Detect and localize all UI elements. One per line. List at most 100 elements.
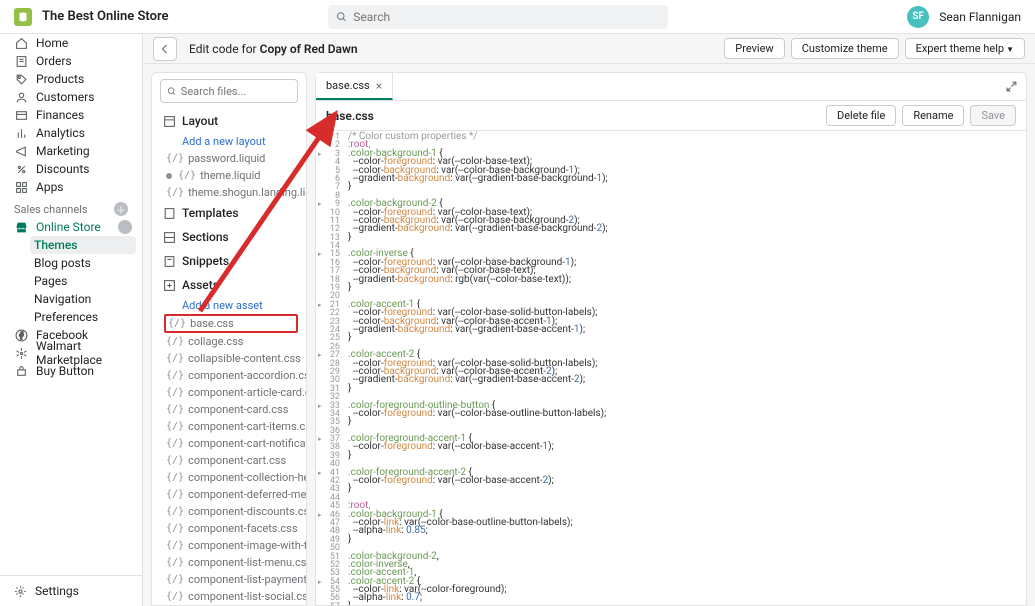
nav-settings[interactable]: Settings <box>0 575 142 606</box>
file-name: component-cart-items.css <box>188 420 307 433</box>
section-sections[interactable]: Sections <box>152 225 306 249</box>
nav-sub-themes[interactable]: Themes <box>30 236 136 254</box>
file-browser: Layout Add a new layout {/}password.liqu… <box>151 72 307 606</box>
nav-sub-navigation[interactable]: Navigation <box>0 290 142 308</box>
file-name: base.css <box>326 109 374 123</box>
file-item[interactable]: {/}component-collection-hero.css <box>152 469 306 486</box>
nav-online-store[interactable]: Online Store <box>0 218 142 236</box>
section-templates[interactable]: Templates <box>152 201 306 225</box>
add-layout-link[interactable]: Add a new layout <box>152 133 306 150</box>
walmart-icon <box>14 346 28 360</box>
buy-icon <box>14 364 28 378</box>
search-icon <box>336 11 347 23</box>
nav-sub-preferences[interactable]: Preferences <box>0 308 142 326</box>
file-item[interactable]: {/}component-cart-notification.css <box>152 435 306 452</box>
expand-editor-button[interactable] <box>997 73 1026 100</box>
file-name: component-list-menu.css <box>188 556 307 569</box>
section-layout[interactable]: Layout <box>152 109 306 133</box>
nav-finances[interactable]: Finances <box>0 106 142 124</box>
file-search-input[interactable] <box>181 85 291 98</box>
add-asset-link[interactable]: Add a new asset <box>152 297 306 314</box>
file-name: collage.css <box>188 335 243 348</box>
section-snippets-label: Snippets <box>182 254 229 268</box>
code-file-icon: {/} <box>166 187 184 198</box>
file-item[interactable]: {/}component-cart.css <box>152 452 306 469</box>
file-item[interactable]: {/}component-facets.css <box>152 520 306 537</box>
nav-label: Buy Button <box>36 364 94 378</box>
file-item[interactable]: {/}collapsible-content.css <box>152 350 306 367</box>
facebook-icon <box>14 328 28 342</box>
code-file-icon: {/} <box>166 455 184 466</box>
file-item[interactable]: {/} component-list-menu.css <box>152 554 306 571</box>
workspace-header: Edit code for Copy of Red Dawn Preview C… <box>143 34 1035 64</box>
global-search[interactable] <box>328 5 668 29</box>
file-name: component-list-payment.css <box>188 573 307 586</box>
layout-icon <box>162 114 176 128</box>
add-channel-icon[interactable]: ＋ <box>114 202 128 216</box>
file-item[interactable]: {/}component-card.css <box>152 401 306 418</box>
file-item[interactable]: {/}component-deferred-media.css <box>152 486 306 503</box>
avatar[interactable]: SF <box>907 6 929 28</box>
file-name: theme.liquid <box>200 169 260 182</box>
nav-products[interactable]: Products <box>0 70 142 88</box>
file-item[interactable]: {/}base.css <box>164 314 298 333</box>
nav-sub-pages[interactable]: Pages <box>0 272 142 290</box>
file-item[interactable]: {/}component-image-with-text.css <box>152 537 306 554</box>
back-button[interactable] <box>153 37 177 61</box>
nav-walmart[interactable]: Walmart Marketplace <box>0 344 142 362</box>
tab-base-css[interactable]: base.css × <box>316 73 393 100</box>
code-content[interactable]: /* Color custom properties */:root,.colo… <box>342 131 1026 605</box>
file-item[interactable]: {/}component-accordion.css <box>152 367 306 384</box>
file-item[interactable]: {/} component-cart-items.css <box>152 418 306 435</box>
gear-icon <box>14 585 27 598</box>
nav-discounts[interactable]: Discounts <box>0 160 142 178</box>
section-snippets[interactable]: Snippets <box>152 249 306 273</box>
code-file-icon: {/} <box>166 557 184 568</box>
nav-label: Customers <box>36 90 94 104</box>
code-editor[interactable]: 1234567891011121314151617181920212223242… <box>316 131 1026 605</box>
code-editor-panel: base.css × base.css Delete file Rename S… <box>315 72 1027 606</box>
global-search-input[interactable] <box>353 10 660 24</box>
close-icon[interactable]: × <box>376 79 382 93</box>
marketing-icon <box>14 144 28 158</box>
tab-label: base.css <box>326 79 370 92</box>
nav-apps[interactable]: Apps <box>0 178 142 196</box>
workspace-title: Edit code for Copy of Red Dawn <box>189 42 358 56</box>
preview-button[interactable]: Preview <box>724 38 784 59</box>
customize-button[interactable]: Customize theme <box>791 38 899 59</box>
arrow-left-icon <box>159 43 171 55</box>
file-item[interactable]: {/}collage.css <box>152 333 306 350</box>
settings-label: Settings <box>35 584 79 598</box>
nav-customers[interactable]: Customers <box>0 88 142 106</box>
view-store-icon[interactable] <box>118 220 132 234</box>
section-assets[interactable]: Assets <box>152 273 306 297</box>
code-file-icon: {/} <box>166 591 184 602</box>
nav-marketing[interactable]: Marketing <box>0 142 142 160</box>
main-nav: HomeOrdersProducts Customers FinancesAnaly… <box>0 34 143 606</box>
file-item[interactable]: {/}component-article-card.css <box>152 384 306 401</box>
nav-label: Walmart Marketplace <box>36 339 128 367</box>
file-item[interactable]: {/}component-discounts.css <box>152 503 306 520</box>
expert-help-button[interactable]: Expert theme help▼ <box>905 38 1025 59</box>
file-name: component-facets.css <box>188 522 297 535</box>
nav-home[interactable]: Home <box>0 34 142 52</box>
file-name: component-card.css <box>188 403 288 416</box>
section-assets-label: Assets <box>182 278 219 292</box>
file-name: component-accordion.css <box>188 369 307 382</box>
code-file-icon: {/} <box>166 353 184 364</box>
file-item[interactable]: {/}theme.liquid <box>152 167 306 184</box>
file-search[interactable] <box>160 79 298 103</box>
save-button[interactable]: Save <box>970 105 1016 126</box>
delete-file-button[interactable]: Delete file <box>826 105 896 126</box>
nav-orders[interactable]: Orders <box>0 52 142 70</box>
code-file-icon: {/} <box>166 421 184 432</box>
nav-analytics[interactable]: Analytics <box>0 124 142 142</box>
file-item[interactable]: {/}component-list-payment.css <box>152 571 306 588</box>
file-item[interactable]: {/}component-list-social.css <box>152 588 306 605</box>
file-name: theme.shogun.landing.liquid <box>188 186 307 199</box>
file-item[interactable]: {/}password.liquid <box>152 150 306 167</box>
file-item[interactable]: {/} theme.shogun.landing.liquid <box>152 184 306 201</box>
rename-button[interactable]: Rename <box>902 105 964 126</box>
section-templates-label: Templates <box>182 206 239 220</box>
nav-sub-blog-posts[interactable]: Blog posts <box>0 254 142 272</box>
